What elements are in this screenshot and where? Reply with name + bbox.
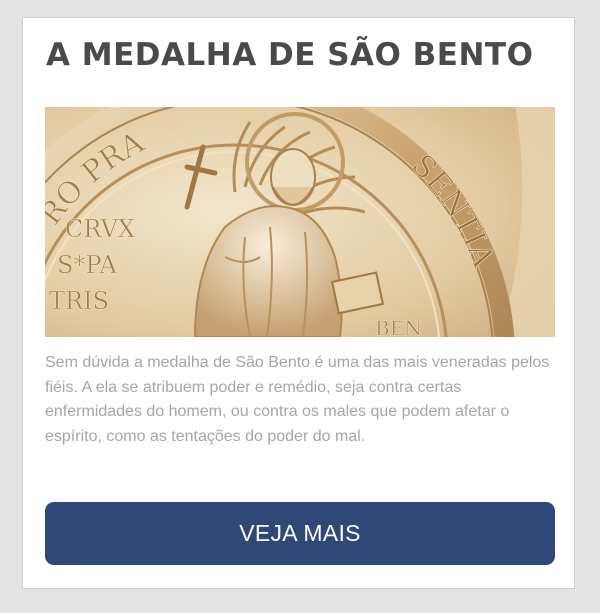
medal-text-tris: TRIS bbox=[49, 287, 109, 315]
saint-benedict-medal-image: RO PRA SENTIA bbox=[45, 107, 555, 337]
medal-text-spa: S*PA bbox=[57, 251, 117, 279]
veja-mais-button[interactable]: VEJA MAIS bbox=[45, 502, 555, 565]
medal-card: A MEDALHA DE SÃO BENTO O PRA SENTIA CRVX… bbox=[22, 17, 575, 589]
medal-text-crvx: CRVX bbox=[65, 215, 135, 243]
medal-text-ben: BEN bbox=[375, 316, 422, 337]
card-title: A MEDALHA DE SÃO BENTO bbox=[46, 37, 534, 73]
card-description: Sem dúvida a medalha de São Bento é uma … bbox=[45, 354, 550, 445]
